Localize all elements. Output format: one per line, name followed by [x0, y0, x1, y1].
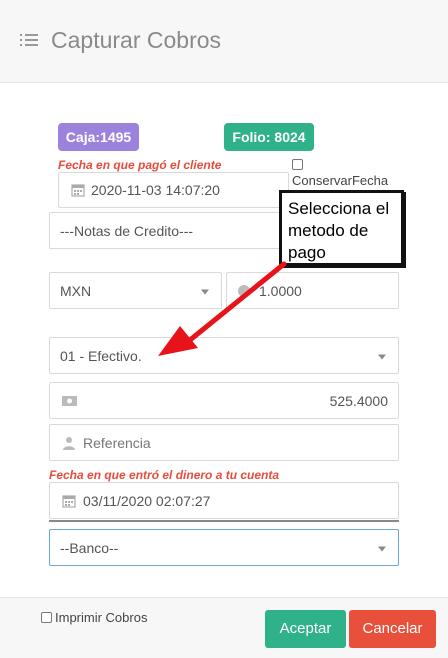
money-icon	[62, 395, 77, 406]
aceptar-button[interactable]: Aceptar	[265, 610, 346, 648]
banco-select[interactable]: --Banco--	[49, 529, 399, 566]
metodo-pago-value: 01 - Efectivo.	[60, 347, 142, 364]
conservar-fecha-checkbox[interactable]	[292, 159, 303, 170]
fecha-pago-input[interactable]: 2020-11-03 14:07:20	[58, 172, 289, 208]
notas-credito-select[interactable]: ---Notas de Credito---	[49, 212, 281, 249]
annotation-callout: Selecciona el metodo de pago	[279, 190, 404, 266]
monto-value: 525.4000	[329, 392, 388, 409]
banco-value: --Banco--	[60, 539, 119, 556]
fecha-cliente-label: Fecha en que pagó el cliente	[58, 158, 222, 172]
fecha-cuenta-label: Fecha en que entró el dinero a tu cuenta	[49, 468, 280, 482]
fecha-deposito-input[interactable]: 03/11/2020 02:07:27	[49, 482, 399, 519]
divider	[49, 520, 399, 522]
metodo-pago-select[interactable]: 01 - Efectivo.	[49, 337, 399, 374]
caja-badge: Caja:1495	[58, 123, 139, 151]
fecha-pago-value: 2020-11-03 14:07:20	[91, 182, 220, 198]
calendar-icon	[62, 494, 76, 508]
chevron-down-icon	[378, 546, 386, 551]
chevron-down-icon	[378, 354, 386, 359]
tipo-cambio-input[interactable]: 1.0000	[226, 272, 399, 309]
fecha-deposito-value: 03/11/2020 02:07:27	[83, 492, 211, 509]
chevron-down-icon	[201, 289, 209, 294]
imprimir-cobros-checkbox[interactable]	[41, 612, 52, 623]
monto-input[interactable]: 525.4000	[49, 382, 399, 419]
modal-header: Capturar Cobros	[0, 0, 448, 83]
list-icon	[20, 34, 38, 46]
moneda-select[interactable]: MXN	[49, 272, 222, 309]
exchange-icon	[238, 284, 250, 297]
notas-credito-value: ---Notas de Credito---	[60, 222, 194, 239]
tipo-cambio-value: 1.0000	[259, 282, 302, 299]
referencia-input[interactable]: Referencia	[49, 424, 399, 461]
referencia-placeholder: Referencia	[83, 434, 151, 451]
page-title: Capturar Cobros	[51, 27, 222, 53]
callout-text: Selecciona el metodo de pago	[288, 199, 390, 262]
moneda-value: MXN	[60, 282, 92, 299]
user-icon	[63, 436, 75, 450]
cancelar-button[interactable]: Cancelar	[349, 610, 436, 648]
imprimir-cobros-label: Imprimir Cobros	[55, 610, 148, 625]
calendar-icon	[71, 184, 85, 197]
conservar-fecha-label: ConservarFecha	[292, 173, 389, 188]
folio-badge: Folio: 8024	[224, 123, 314, 151]
